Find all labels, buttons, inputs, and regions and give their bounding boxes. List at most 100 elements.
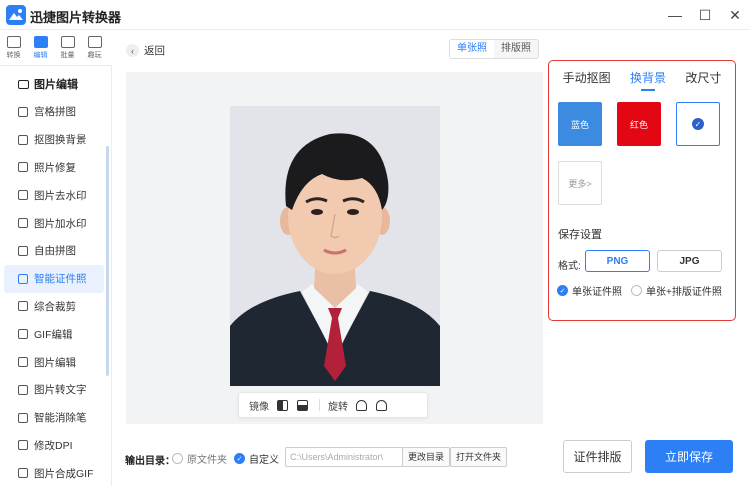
convert-icon: [6, 36, 21, 48]
check-icon: ✓: [557, 285, 568, 296]
flip-vertical-icon[interactable]: [297, 399, 308, 411]
tab-single-photo[interactable]: 单张照: [450, 40, 494, 58]
sidebar-item-free-collage[interactable]: 自由拼图: [4, 237, 104, 265]
minimize-button[interactable]: —: [660, 0, 690, 30]
radio-original-folder[interactable]: 原文件夹: [172, 451, 227, 466]
hamburger-icon[interactable]: hamburger-icon: [630, 0, 660, 30]
app-logo: [6, 5, 26, 25]
radio-label: 原文件夹: [187, 455, 227, 466]
tab-change-size[interactable]: 改尺寸: [685, 69, 721, 91]
sidebar-item-label: 图片加水印: [34, 217, 87, 230]
close-button[interactable]: ✕: [720, 0, 750, 30]
sidebar-heading: 图片编辑: [18, 76, 78, 92]
change-directory-button[interactable]: 更改目录: [402, 447, 451, 467]
sidebar-item-image-edit[interactable]: 图片编辑: [4, 348, 104, 376]
id-photo-icon: [18, 273, 28, 284]
sidebar-item-remove-watermark[interactable]: 图片去水印: [4, 181, 104, 209]
tab-manual-cutout[interactable]: 手动抠图: [563, 69, 611, 91]
output-path-field[interactable]: C:\Users\Administrator\: [285, 447, 403, 467]
radio-custom-folder[interactable]: ✓ 自定义: [234, 451, 279, 466]
sidebar-item-make-gif[interactable]: 图片合成GIF: [4, 459, 104, 486]
color-swatch-blue[interactable]: 蓝色: [558, 102, 602, 146]
sidebar-item-dpi[interactable]: 修改DPI: [4, 432, 104, 460]
tab-layout-photo[interactable]: 排版照: [494, 40, 538, 58]
sidebar-item-label: 智能证件照: [34, 273, 87, 286]
id-photo-preview[interactable]: [230, 106, 440, 386]
edit-icon: [33, 36, 48, 48]
remove-watermark-icon: [18, 190, 28, 201]
sidebar-item-photo-repair[interactable]: 照片修复: [4, 154, 104, 182]
preview-canvas: [126, 72, 543, 424]
flip-horizontal-icon[interactable]: [277, 399, 288, 411]
category-tabs: 转换 编辑 批量 趣玩: [0, 30, 112, 66]
option-single-id-photo[interactable]: ✓ 单张证件照: [557, 283, 622, 298]
tab-label: 趣玩: [87, 52, 102, 59]
sidebar-item-cutout-background[interactable]: 抠图换背景: [4, 126, 104, 154]
sidebar-item-label: 抠图换背景: [34, 134, 87, 147]
collage-icon: [18, 245, 28, 256]
sidebar-item-grid-collage[interactable]: 宫格拼图: [4, 98, 104, 126]
chevron-left-icon: ‹: [126, 44, 139, 57]
radio-icon: [172, 453, 183, 464]
option-single-plus-layout[interactable]: 单张+排版证件照: [631, 283, 722, 298]
rotate-right-icon[interactable]: [376, 399, 387, 411]
rotate-label: 旋转: [328, 401, 348, 413]
back-button[interactable]: ‹ 返回: [126, 43, 165, 58]
output-label: 输出目录：: [125, 456, 175, 467]
app-title: 迅捷图片转换器: [30, 10, 122, 25]
id-layout-button[interactable]: 证件排版: [563, 440, 632, 473]
title-bar: 迅捷图片转换器 hamburger-icon — ☐ ✕: [0, 0, 750, 30]
sidebar: 图片编辑 宫格拼图 抠图换背景 照片修复 图片去水印 图片加水印 自由拼图 智能…: [0, 66, 112, 486]
portrait-image: [230, 106, 440, 386]
open-folder-button[interactable]: 打开文件夹: [450, 447, 508, 467]
repair-icon: [18, 162, 28, 173]
gif-icon: [18, 329, 28, 340]
tab-fun[interactable]: 趣玩: [81, 30, 108, 66]
sidebar-list: 宫格拼图 抠图换背景 照片修复 图片去水印 图片加水印 自由拼图 智能证件照 综…: [4, 98, 104, 486]
tab-label: 转换: [6, 52, 21, 59]
sidebar-heading-label: 图片编辑: [34, 79, 78, 91]
option-label: 单张+排版证件照: [646, 287, 722, 298]
sidebar-item-label: 图片编辑: [34, 356, 76, 369]
format-jpg-button[interactable]: JPG: [657, 250, 722, 272]
sidebar-item-label: 智能消除笔: [34, 412, 87, 425]
format-label: 格式:: [558, 261, 581, 272]
more-colors-button[interactable]: 更多>: [558, 161, 602, 205]
sidebar-item-smart-eraser[interactable]: 智能消除笔: [4, 404, 104, 432]
add-watermark-icon: [18, 218, 28, 229]
radio-icon: [631, 285, 642, 296]
tab-change-background[interactable]: 换背景: [630, 69, 666, 91]
photo-mode-toggle: 单张照 排版照: [449, 39, 539, 59]
sidebar-item-label: 修改DPI: [34, 439, 73, 452]
color-swatch-white[interactable]: ✓: [676, 102, 720, 146]
format-png-button[interactable]: PNG: [585, 250, 650, 272]
sidebar-item-label: GIF编辑: [34, 328, 73, 341]
tab-batch[interactable]: 批量: [54, 30, 81, 66]
tab-label: 编辑: [33, 52, 48, 59]
image-icon: [18, 357, 28, 368]
sidebar-item-add-watermark[interactable]: 图片加水印: [4, 209, 104, 237]
sidebar-item-label: 综合裁剪: [34, 300, 76, 313]
make-gif-icon: [18, 468, 28, 479]
image-edit-icon: [18, 79, 29, 89]
sidebar-item-image-to-text[interactable]: 图片转文字: [4, 376, 104, 404]
grid-icon: [18, 106, 28, 117]
rotate-left-icon[interactable]: [356, 399, 367, 411]
option-label: 单张证件照: [572, 287, 622, 298]
sidebar-item-id-photo[interactable]: 智能证件照: [4, 264, 104, 293]
check-icon: ✓: [234, 453, 245, 464]
sidebar-item-gif-edit[interactable]: GIF编辑: [4, 320, 104, 348]
eraser-icon: [18, 412, 28, 423]
sidebar-item-label: 图片合成GIF: [34, 467, 94, 480]
sidebar-item-label: 自由拼图: [34, 245, 76, 258]
crop-icon: [18, 301, 28, 312]
sidebar-scrollbar[interactable]: [106, 146, 109, 376]
maximize-button[interactable]: ☐: [690, 0, 720, 30]
toolbar-divider: [319, 399, 320, 411]
tab-convert[interactable]: 转换: [0, 30, 27, 66]
tab-edit[interactable]: 编辑: [27, 30, 54, 66]
color-swatch-red[interactable]: 红色: [617, 102, 661, 146]
sidebar-item-crop[interactable]: 综合裁剪: [4, 293, 104, 321]
sidebar-item-label: 图片转文字: [34, 384, 87, 397]
save-now-button[interactable]: 立即保存: [645, 440, 733, 473]
